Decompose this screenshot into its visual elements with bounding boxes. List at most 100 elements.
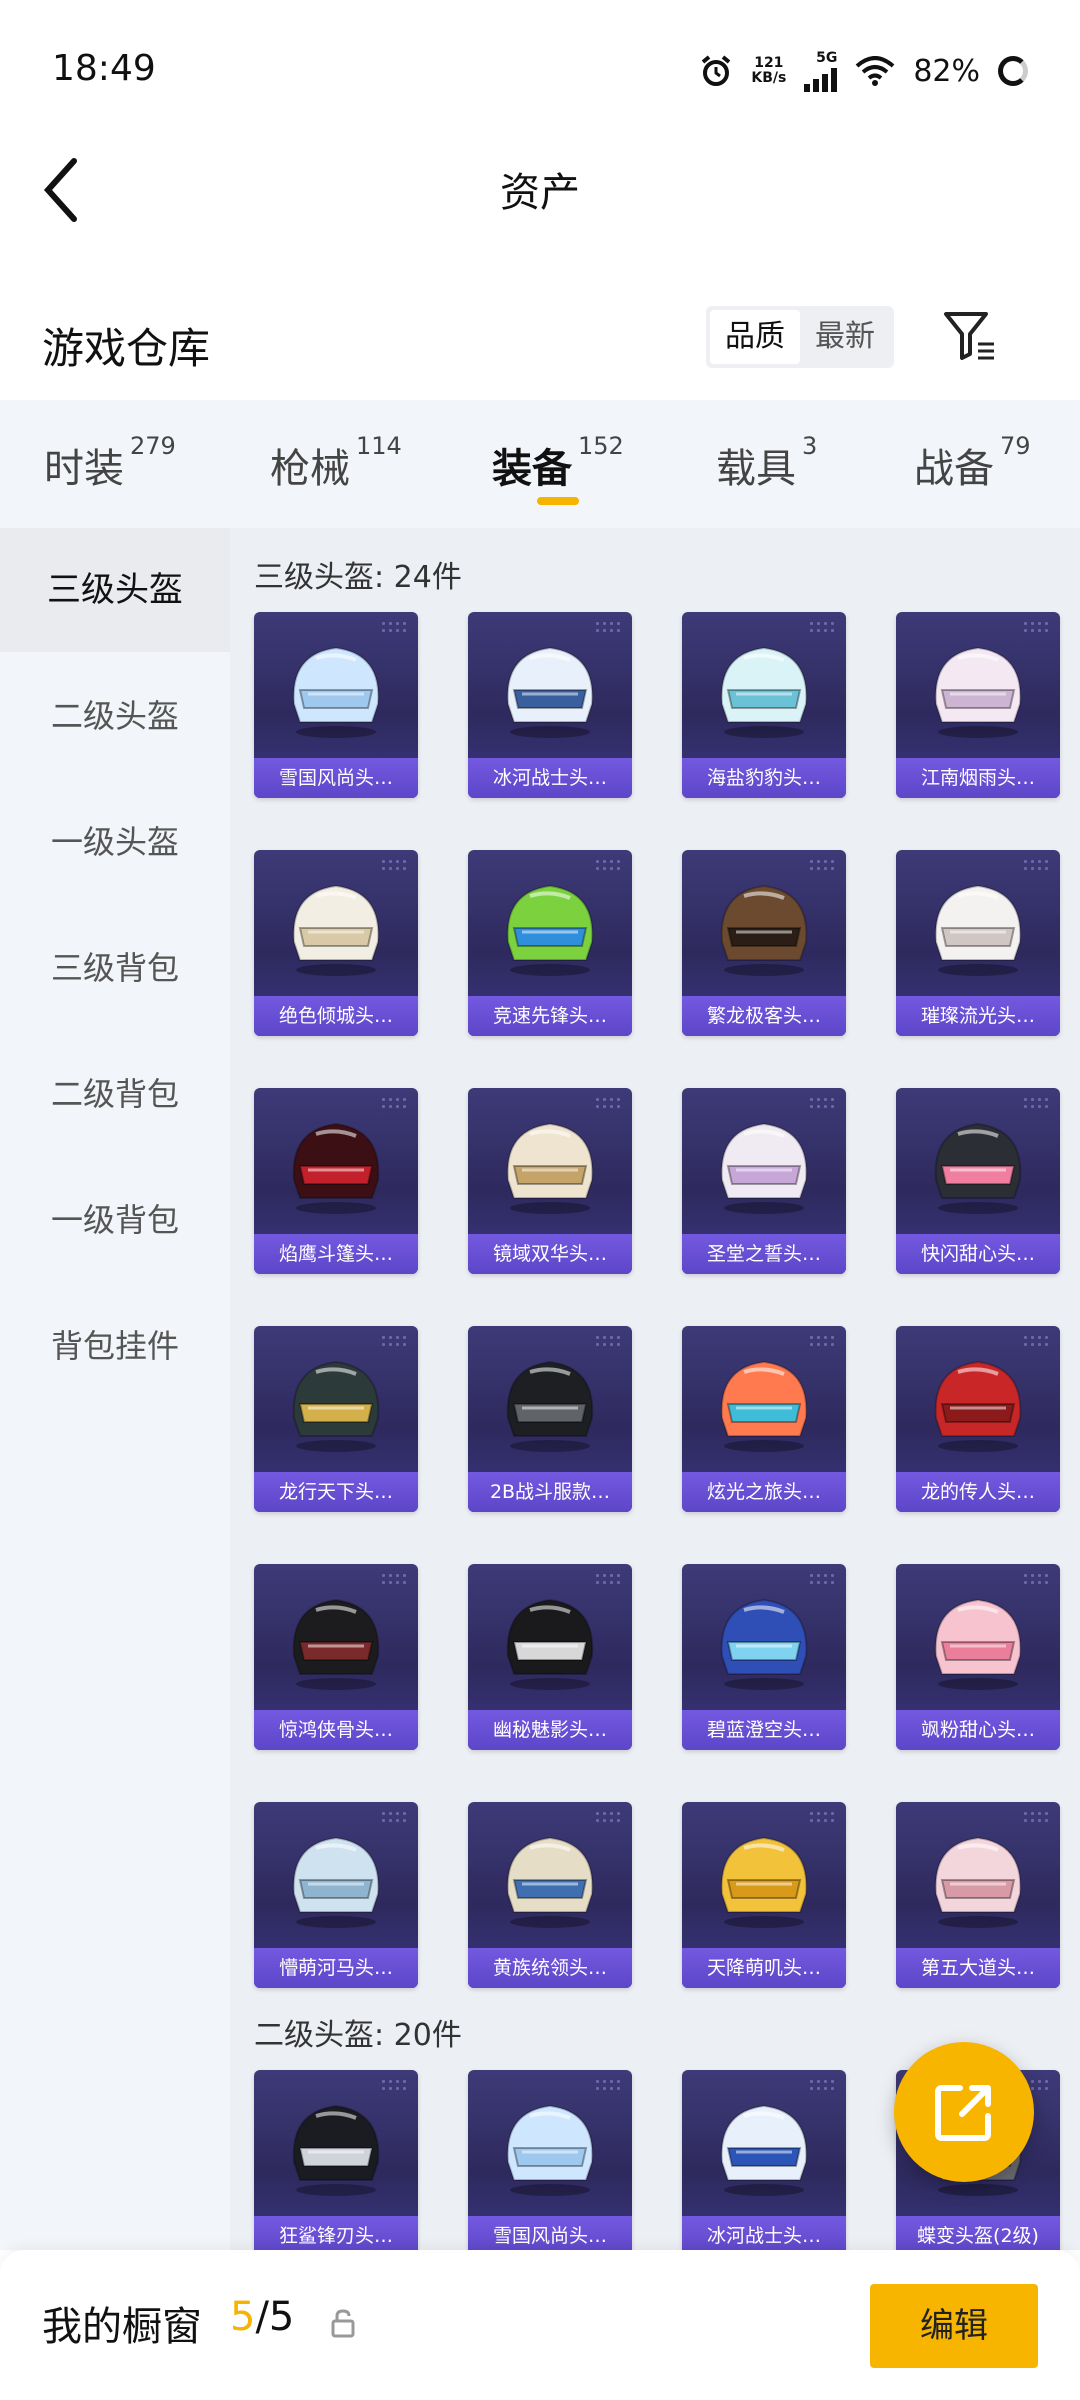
status-icons: 121 KB/s 5G 82%: [699, 50, 1028, 92]
helmet-icon: [506, 2104, 594, 2196]
helmet-icon: [292, 884, 380, 976]
helmet-icon: [506, 884, 594, 976]
sidebar-item-level2-helmet[interactable]: 二级头盔: [0, 654, 230, 778]
cellular-signal-icon: 5G: [804, 50, 838, 92]
item-card[interactable]: 璀璨流光头…: [896, 850, 1060, 1036]
item-card[interactable]: 2B战斗服款…: [468, 1326, 632, 1512]
item-card-label: 2B战斗服款…: [468, 1472, 632, 1512]
section-title-level2: 二级头盔: 20件: [254, 2018, 462, 2053]
item-card-label: 璀璨流光头…: [896, 996, 1060, 1036]
tab-fashion[interactable]: 时装 279: [44, 432, 176, 494]
sidebar-item-level2-backpack[interactable]: 二级背包: [0, 1032, 230, 1156]
sort-quality-button[interactable]: 品质: [710, 310, 800, 364]
card-decoration: [1022, 1334, 1052, 1348]
card-decoration: [808, 1572, 838, 1586]
helmet-icon: [934, 646, 1022, 738]
helmet-icon: [934, 1836, 1022, 1928]
sidebar-item-level1-helmet[interactable]: 一级头盔: [0, 780, 230, 904]
card-decoration: [594, 1096, 624, 1110]
item-card-label: 碧蓝澄空头…: [682, 1710, 846, 1750]
helmet-icon: [506, 1598, 594, 1690]
item-card[interactable]: 圣堂之誓头…: [682, 1088, 846, 1274]
item-card[interactable]: 镜域双华头…: [468, 1088, 632, 1274]
card-decoration: [1022, 1096, 1052, 1110]
showcase-count: 5/5: [230, 2294, 295, 2340]
helmet-icon: [506, 1122, 594, 1214]
item-card[interactable]: 冰河战士头…: [468, 612, 632, 798]
sort-newest-button[interactable]: 最新: [800, 310, 890, 364]
item-card[interactable]: 炫光之旅头…: [682, 1326, 846, 1512]
item-card[interactable]: 龙的传人头…: [896, 1326, 1060, 1512]
card-decoration: [1022, 1572, 1052, 1586]
item-card[interactable]: 幽秘魅影头…: [468, 1564, 632, 1750]
share-fab[interactable]: [894, 2042, 1034, 2182]
item-card-label: 狂鲨锋刃头…: [254, 2216, 418, 2250]
card-decoration: [380, 1096, 410, 1110]
page-title: 资产: [500, 170, 580, 216]
item-card-label: 冰河战士头…: [682, 2216, 846, 2250]
helmet-icon: [934, 1360, 1022, 1452]
item-card[interactable]: 懵萌河马头…: [254, 1802, 418, 1988]
item-card-label: 绝色倾城头…: [254, 996, 418, 1036]
item-card[interactable]: 雪国风尚头…: [254, 612, 418, 798]
helmet-icon: [720, 646, 808, 738]
item-card-label: 雪国风尚头…: [254, 758, 418, 798]
item-card[interactable]: 黄族统领头…: [468, 1802, 632, 1988]
edit-button[interactable]: 编辑: [870, 2284, 1038, 2368]
item-card-label: 惊鸿侠骨头…: [254, 1710, 418, 1750]
tab-combat-gear[interactable]: 战备 79: [914, 432, 1031, 494]
helmet-icon: [292, 646, 380, 738]
item-card[interactable]: 惊鸿侠骨头…: [254, 1564, 418, 1750]
card-decoration: [1022, 858, 1052, 872]
sidebar-item-level3-backpack[interactable]: 三级背包: [0, 906, 230, 1030]
sidebar-item-level3-helmet[interactable]: 三级头盔: [0, 528, 230, 652]
item-card-label: 雪国风尚头…: [468, 2216, 632, 2250]
item-card[interactable]: 龙行天下头…: [254, 1326, 418, 1512]
subcategory-sidebar: 三级头盔 二级头盔 一级头盔 三级背包 二级背包 一级背包 背包挂件: [0, 528, 230, 2250]
item-card[interactable]: 雪国风尚头…: [468, 2070, 632, 2250]
item-card[interactable]: 快闪甜心头…: [896, 1088, 1060, 1274]
item-card[interactable]: 碧蓝澄空头…: [682, 1564, 846, 1750]
item-card-label: 蝶变头盔(2级): [896, 2216, 1060, 2250]
share-icon: [935, 2085, 991, 2141]
helmet-icon: [934, 1598, 1022, 1690]
tab-firearms[interactable]: 枪械 114: [270, 432, 402, 494]
helmet-icon: [720, 1122, 808, 1214]
card-decoration: [808, 1334, 838, 1348]
helmet-icon: [720, 1836, 808, 1928]
item-card[interactable]: 飒粉甜心头…: [896, 1564, 1060, 1750]
item-card[interactable]: 焰鹰斗篷头…: [254, 1088, 418, 1274]
card-decoration: [808, 1810, 838, 1824]
battery-icon: [998, 56, 1028, 86]
status-bar: 18:49 121 KB/s 5G 82%: [0, 0, 1080, 140]
showcase-title: 我的橱窗: [42, 2304, 202, 2350]
item-card-label: 炫光之旅头…: [682, 1472, 846, 1512]
item-card[interactable]: 冰河战士头…: [682, 2070, 846, 2250]
sort-toggle: 品质 最新: [706, 306, 894, 368]
item-card[interactable]: 海盐豹豹头…: [682, 612, 846, 798]
item-card[interactable]: 狂鲨锋刃头…: [254, 2070, 418, 2250]
sidebar-item-level1-backpack[interactable]: 一级背包: [0, 1158, 230, 1282]
card-decoration: [380, 1334, 410, 1348]
item-card-label: 第五大道头…: [896, 1948, 1060, 1988]
tab-equipment[interactable]: 装备 152: [492, 432, 624, 494]
tab-vehicles[interactable]: 载具 3: [716, 432, 817, 494]
filter-icon[interactable]: [940, 306, 1000, 366]
item-card[interactable]: 江南烟雨头…: [896, 612, 1060, 798]
item-card[interactable]: 第五大道头…: [896, 1802, 1060, 1988]
network-speed: 121 KB/s: [751, 55, 787, 86]
item-card-label: 快闪甜心头…: [896, 1234, 1060, 1274]
item-card[interactable]: 天降萌叽头…: [682, 1802, 846, 1988]
item-card-label: 懵萌河马头…: [254, 1948, 418, 1988]
item-card-label: 冰河战士头…: [468, 758, 632, 798]
sidebar-item-backpack-charm[interactable]: 背包挂件: [0, 1284, 230, 1408]
card-decoration: [594, 1334, 624, 1348]
card-decoration: [808, 620, 838, 634]
item-card-label: 镜域双华头…: [468, 1234, 632, 1274]
item-card-label: 海盐豹豹头…: [682, 758, 846, 798]
status-time: 18:49: [52, 48, 156, 89]
helmet-icon: [292, 1360, 380, 1452]
item-card[interactable]: 竞速先锋头…: [468, 850, 632, 1036]
item-card[interactable]: 繁龙极客头…: [682, 850, 846, 1036]
item-card[interactable]: 绝色倾城头…: [254, 850, 418, 1036]
